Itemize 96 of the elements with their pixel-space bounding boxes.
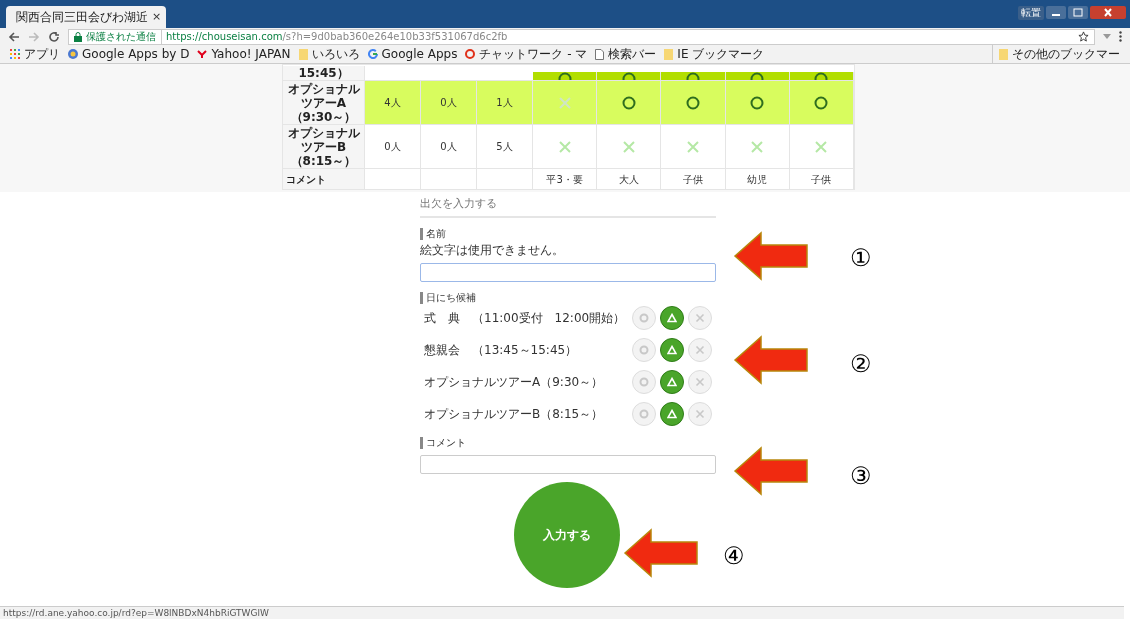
- star-icon[interactable]: [1078, 31, 1089, 42]
- comment-text: 大人: [618, 172, 639, 187]
- close-icon[interactable]: ×: [152, 8, 162, 26]
- step-number: ①: [850, 243, 872, 274]
- bookmark-link[interactable]: Google Apps by D: [82, 45, 190, 63]
- field-hint: 絵文字は使用できません。: [420, 241, 565, 259]
- comment-text: 子供: [683, 172, 703, 187]
- dropdown-icon[interactable]: [1103, 34, 1111, 39]
- circle-mark-icon: [686, 95, 700, 110]
- triangle-icon: [667, 376, 677, 387]
- chat-icon: [465, 49, 476, 59]
- page-icon: [595, 48, 605, 60]
- bookmark-link[interactable]: Google Apps: [381, 45, 458, 63]
- security-label: 保護された通信: [86, 29, 162, 44]
- step-number: ②: [850, 349, 872, 380]
- bookmark-link[interactable]: アプリ: [24, 45, 60, 63]
- count-text: 0人: [440, 96, 457, 110]
- count-text: 0人: [440, 140, 457, 154]
- reload-icon[interactable]: [48, 30, 60, 43]
- bookmark-link[interactable]: チャットワーク - マ: [479, 45, 588, 63]
- maximize-icon[interactable]: [1068, 6, 1088, 19]
- browser-tab[interactable]: 関西合同三田会びわ湖近 ×: [6, 6, 166, 28]
- count-text: 1人: [496, 96, 513, 110]
- apps-grid-icon: [10, 49, 20, 59]
- row-header: コメント: [283, 169, 365, 189]
- status-bar: https://rd.ane.yahoo.co.jp/rd?ep=W8lNBDxN4hbRiGTWGlW: [0, 606, 1124, 619]
- menu-icon[interactable]: [1119, 31, 1122, 42]
- cross-icon: [695, 408, 705, 419]
- arrow-icon: [733, 231, 809, 281]
- circle-icon: [639, 344, 649, 355]
- cross-mark-icon: [814, 139, 829, 154]
- arrow-icon: [733, 446, 809, 496]
- date-option-label: オプショナルツアーB（8:15～）: [423, 405, 605, 423]
- tab-title: 関西合同三田会びわ湖近: [16, 9, 148, 26]
- bookmark-link[interactable]: Yahoo! JAPAN: [211, 45, 291, 63]
- date-option-label: 式 典 （11:00受付 12:00開始）: [423, 309, 627, 327]
- cross-mark-icon: [557, 95, 572, 110]
- bookmark-link[interactable]: 検索バー: [608, 45, 657, 63]
- google-g-icon: [367, 49, 378, 59]
- circle-mark-icon: [814, 95, 829, 110]
- comment-text: 幼児: [747, 172, 768, 187]
- row-header: オプショナルツアーA（9:30～）: [283, 81, 365, 124]
- bookmark-link[interactable]: いろいろ: [311, 45, 360, 63]
- circle-mark-icon: [621, 95, 636, 110]
- triangle-icon: [667, 312, 677, 323]
- comment-input[interactable]: [420, 454, 716, 474]
- name-input[interactable]: [420, 262, 716, 282]
- globe-icon: [68, 49, 78, 59]
- field-label: 日にち候補: [426, 291, 476, 305]
- address-bar[interactable]: 保護された通信 https://chouseisan.com/s?h=9d0bab360e264e10b33f531067d6c2fb: [68, 28, 1095, 45]
- date-option-label: オプショナルツアーA（9:30～）: [423, 373, 605, 391]
- count-text: 4人: [384, 96, 401, 110]
- cross-icon: [695, 312, 705, 323]
- cross-mark-icon: [621, 139, 636, 154]
- yahoo-y-icon: [197, 49, 208, 59]
- cross-mark-icon: [557, 139, 572, 154]
- date-option-label: 懇親会 （13:45～15:45）: [423, 341, 579, 359]
- back-icon[interactable]: [8, 30, 20, 43]
- count-text: 5人: [496, 140, 513, 154]
- arrow-icon: [733, 335, 809, 385]
- row-header: オプショナルツアーB（8:15～）: [283, 125, 365, 168]
- cross-mark-icon: [686, 139, 700, 154]
- section-title: 出欠を入力する: [420, 192, 716, 218]
- folder-icon: [664, 48, 674, 60]
- lock-icon: [74, 31, 82, 42]
- circle-icon: [639, 312, 649, 323]
- folder-icon: [298, 48, 308, 60]
- comment-text: 平3・要: [546, 172, 583, 187]
- url-text: https://chouseisan.com/s?h=9d0bab360e264e10b33f531067d6c2fb: [166, 30, 508, 44]
- minimize-icon[interactable]: [1046, 6, 1066, 19]
- cross-mark-icon: [750, 139, 765, 154]
- bookmark-link[interactable]: IE ブックマーク: [677, 45, 765, 63]
- attendance-choice-button[interactable]: [660, 401, 684, 426]
- circle-mark-icon: [750, 95, 765, 110]
- circle-icon: [639, 408, 649, 419]
- comment-text: 子供: [811, 172, 832, 187]
- attendance-choice-button[interactable]: [660, 305, 684, 330]
- circle-icon: [639, 376, 649, 387]
- window-button[interactable]: 転置: [1018, 6, 1044, 20]
- triangle-icon: [667, 344, 677, 355]
- field-label: コメント: [426, 436, 466, 450]
- attendance-choice-button[interactable]: [660, 337, 684, 362]
- arrow-icon: [623, 528, 699, 578]
- count-text: 0人: [384, 140, 401, 154]
- step-number: ③: [850, 461, 872, 492]
- row-header: 15:45）: [283, 66, 365, 80]
- close-icon[interactable]: [1090, 6, 1126, 19]
- folder-icon: [999, 48, 1008, 60]
- forward-icon[interactable]: [28, 30, 40, 43]
- bookmark-link[interactable]: その他のブックマー: [1012, 45, 1120, 63]
- step-number: ④: [723, 541, 745, 572]
- attendance-choice-button[interactable]: [660, 369, 684, 394]
- triangle-icon: [667, 408, 677, 419]
- cross-icon: [695, 344, 705, 355]
- cross-icon: [695, 376, 705, 387]
- field-label: 名前: [426, 227, 446, 241]
